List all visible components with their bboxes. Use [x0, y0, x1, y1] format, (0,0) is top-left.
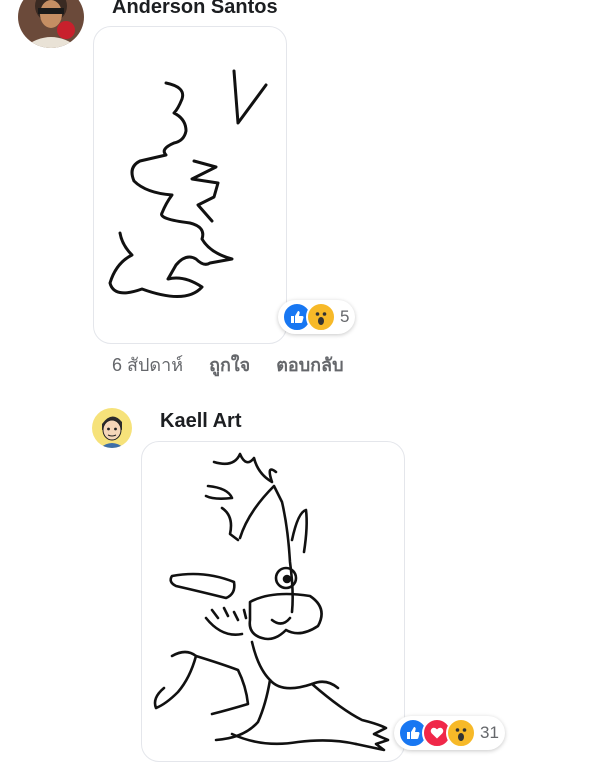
wow-icon	[306, 302, 336, 332]
reaction-summary[interactable]: 31	[394, 716, 505, 750]
wow-icon	[446, 718, 476, 748]
comment-author-name[interactable]: Anderson Santos	[112, 0, 278, 19]
reaction-count: 5	[340, 307, 350, 326]
comment-actions: 6 สัปดาห์ ถูกใจ ตอบกลับ	[112, 350, 344, 379]
reaction-count: 31	[480, 723, 499, 742]
cartoon-drawing	[153, 452, 390, 752]
scribble-drawing	[108, 69, 268, 299]
drawing-sticker[interactable]	[93, 26, 287, 344]
drawing-sticker[interactable]	[141, 441, 405, 762]
reaction-summary[interactable]: 5	[278, 300, 356, 334]
reply-button[interactable]: ตอบกลับ	[276, 350, 343, 379]
avatar-kaell-art[interactable]	[92, 408, 132, 448]
comment-timestamp[interactable]: 6 สัปดาห์	[112, 350, 183, 379]
avatar-anderson-santos[interactable]	[18, 0, 84, 48]
like-button[interactable]: ถูกใจ	[209, 350, 250, 379]
comment-author-name[interactable]: Kaell Art	[160, 410, 242, 433]
